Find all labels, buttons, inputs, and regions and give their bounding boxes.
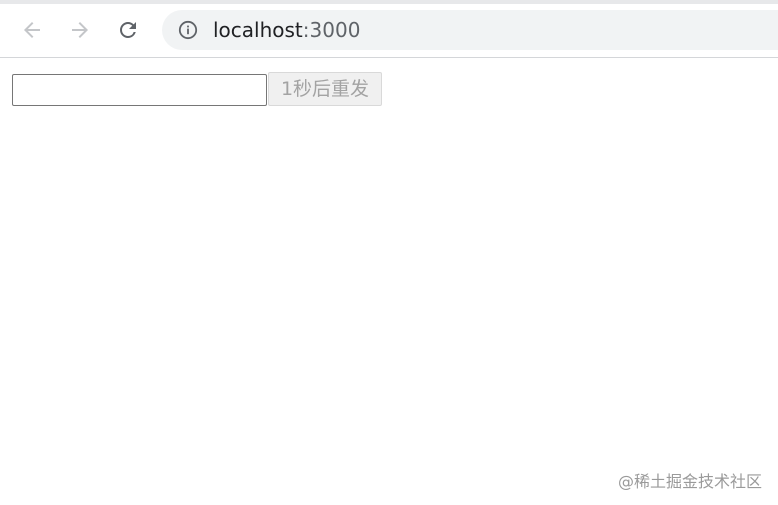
- url-text: localhost:3000: [213, 18, 360, 42]
- resend-button[interactable]: 1秒后重发: [268, 72, 382, 106]
- browser-toolbar: localhost:3000: [0, 4, 778, 58]
- page-content: 1秒后重发 @稀土掘金技术社区: [0, 58, 778, 505]
- reload-button[interactable]: [112, 14, 144, 46]
- arrow-left-icon: [20, 18, 44, 42]
- code-input[interactable]: [12, 74, 267, 106]
- watermark: @稀土掘金技术社区: [617, 472, 762, 491]
- arrow-right-icon: [68, 18, 92, 42]
- address-bar[interactable]: localhost:3000: [162, 10, 778, 50]
- info-icon[interactable]: [178, 20, 198, 40]
- url-port: :3000: [302, 18, 361, 42]
- back-button[interactable]: [16, 14, 48, 46]
- forward-button[interactable]: [64, 14, 96, 46]
- reload-icon: [116, 18, 140, 42]
- url-host: localhost: [213, 18, 303, 42]
